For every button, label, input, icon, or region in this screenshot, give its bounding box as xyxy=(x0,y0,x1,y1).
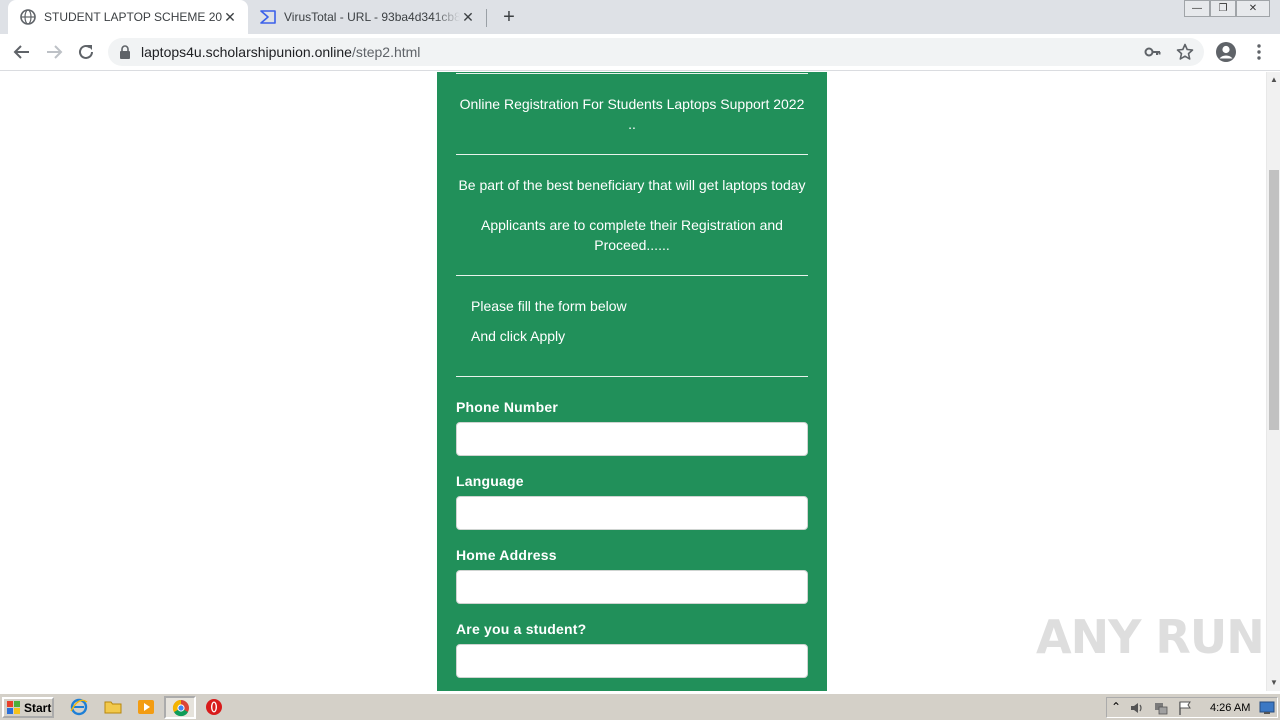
profile-icon[interactable] xyxy=(1215,41,1237,63)
folder-icon[interactable] xyxy=(104,698,122,716)
scroll-down-arrow[interactable]: ▼ xyxy=(1270,679,1278,687)
action-center-flag-icon[interactable] xyxy=(1177,700,1193,716)
intro-text: Online Registration For Students Laptops… xyxy=(459,96,805,132)
menu-icon[interactable] xyxy=(1252,43,1266,61)
close-window-button[interactable]: ✕ xyxy=(1236,0,1270,17)
divider xyxy=(456,376,808,377)
opera-icon[interactable] xyxy=(205,698,223,716)
key-icon[interactable] xyxy=(1144,43,1162,61)
internet-explorer-icon[interactable] xyxy=(70,698,88,716)
close-icon[interactable]: ✕ xyxy=(222,9,238,25)
tab-student-laptop[interactable]: STUDENT LAPTOP SCHEME 2022 ✕ xyxy=(8,0,248,34)
clock[interactable]: 4:26 AM xyxy=(1210,702,1250,714)
back-button[interactable] xyxy=(10,40,34,64)
page-viewport: Online Registration For Students Laptops… xyxy=(0,72,1266,691)
chrome-icon xyxy=(172,699,189,717)
body-text-1: Be part of the best beneficiary that wil… xyxy=(458,177,806,193)
home-address-label: Home Address xyxy=(456,547,557,563)
star-icon[interactable] xyxy=(1176,43,1194,61)
divider xyxy=(456,275,808,276)
close-icon[interactable]: ✕ xyxy=(460,9,476,25)
volume-icon[interactable] xyxy=(1129,700,1145,716)
network-icon[interactable] xyxy=(1153,700,1169,716)
tab-strip: STUDENT LAPTOP SCHEME 2022 ✕ VirusTotal … xyxy=(0,0,1280,34)
minimize-button[interactable]: — xyxy=(1184,0,1210,17)
reload-button[interactable] xyxy=(74,40,98,64)
globe-icon xyxy=(20,9,36,25)
divider xyxy=(456,154,808,155)
restore-button[interactable]: ❐ xyxy=(1210,0,1236,17)
system-tray: ⌃ 4:26 AM xyxy=(1106,697,1278,718)
scroll-thumb[interactable] xyxy=(1269,170,1279,430)
student-question-label: Are you a student? xyxy=(456,621,587,637)
show-desktop-icon[interactable] xyxy=(1259,701,1275,715)
reload-icon xyxy=(79,44,93,59)
forward-arrow-icon xyxy=(47,45,63,59)
language-label: Language xyxy=(456,473,524,489)
tab-virustotal[interactable]: VirusTotal - URL - 93ba4d341cb8c3e ✕ xyxy=(250,0,486,34)
divider xyxy=(456,73,808,74)
tab-title: STUDENT LAPTOP SCHEME 2022 xyxy=(44,10,222,24)
back-arrow-icon xyxy=(13,45,29,59)
forward-button[interactable] xyxy=(42,40,66,64)
tab-separator xyxy=(486,9,487,27)
registration-panel: Online Registration For Students Laptops… xyxy=(437,72,827,691)
media-player-icon[interactable] xyxy=(137,698,155,716)
new-tab-button[interactable]: + xyxy=(498,6,520,28)
url-path: /step2.html xyxy=(351,44,421,60)
tab-title: VirusTotal - URL - 93ba4d341cb8c3e xyxy=(284,10,460,24)
virustotal-icon xyxy=(260,10,276,24)
windows-logo-icon xyxy=(7,700,20,714)
tray-expand-icon[interactable]: ⌃ xyxy=(1111,700,1121,714)
language-input[interactable] xyxy=(456,496,808,530)
student-question-input[interactable] xyxy=(456,644,808,678)
body-text-2: Applicants are to complete their Registr… xyxy=(481,217,783,253)
scroll-up-arrow[interactable]: ▲ xyxy=(1270,76,1278,84)
start-button[interactable]: Start xyxy=(2,697,54,718)
instruction-text-1: Please fill the form below xyxy=(471,298,627,314)
anyrun-watermark: ANY RUN xyxy=(1036,610,1265,664)
taskbar: Start ⌃ 4:26 AM xyxy=(0,693,1280,720)
address-bar[interactable]: laptops4u.scholarshipunion.online/step2.… xyxy=(108,38,1204,66)
url-text[interactable]: laptops4u.scholarshipunion.online/step2.… xyxy=(141,44,420,60)
lock-icon[interactable] xyxy=(118,44,132,60)
chrome-taskbar-button[interactable] xyxy=(164,696,196,719)
browser-toolbar: laptops4u.scholarshipunion.online/step2.… xyxy=(0,34,1280,71)
window-controls: — ❐ ✕ xyxy=(1184,0,1270,18)
phone-number-input[interactable] xyxy=(456,422,808,456)
instruction-text-2: And click Apply xyxy=(471,328,566,344)
home-address-input[interactable] xyxy=(456,570,808,604)
start-label: Start xyxy=(24,700,52,715)
page-scrollbar[interactable]: ▲ ▼ xyxy=(1266,72,1280,691)
url-host: laptops4u.scholarshipunion.online xyxy=(141,44,352,60)
phone-number-label: Phone Number xyxy=(456,399,558,415)
